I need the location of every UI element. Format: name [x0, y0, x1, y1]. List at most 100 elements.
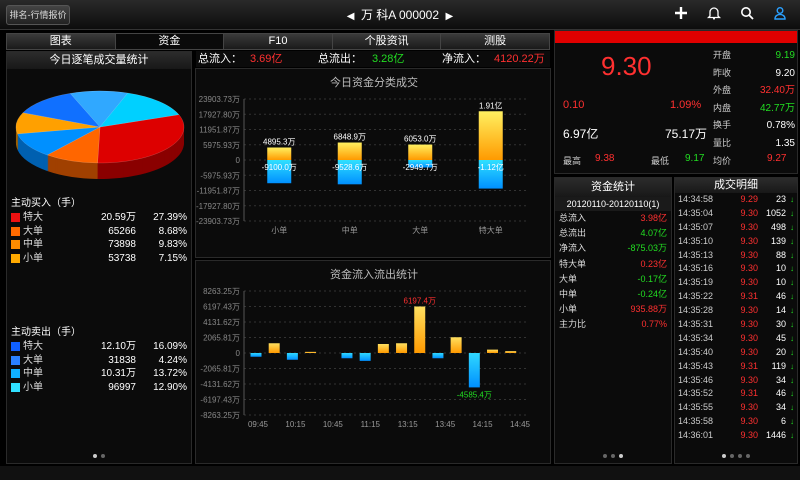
high-value: 9.38	[595, 153, 615, 164]
trade-price: 9.29	[740, 194, 758, 204]
trade-price: 9.30	[740, 207, 758, 218]
fund-stat-value: 3.98亿	[640, 213, 667, 223]
y-tick-label: -2065.81万	[200, 365, 240, 374]
trade-qty: 139	[770, 235, 786, 246]
trade-time: 14:35:34	[678, 332, 714, 343]
quote-field-value: 0.78%	[766, 120, 795, 131]
data-label: -4585.4万	[457, 390, 492, 399]
chart-title: 资金流入流出统计	[330, 267, 418, 281]
prev-stock-icon[interactable]: ◀	[344, 8, 358, 26]
quote-field-value: 32.40万	[759, 85, 795, 96]
trade-qty: 1052	[765, 207, 786, 218]
y-tick-label: 17927.80万	[199, 110, 240, 119]
trade-price: 9.30	[740, 235, 758, 246]
fund-flow-chart: 资金流入流出统计 8263.25万 6197.43万 4131.62万 2065.81万…	[195, 260, 551, 464]
user-icon[interactable]	[771, 6, 789, 24]
row-volume: 31838	[108, 354, 136, 366]
price-change-pct: 1.09%	[670, 99, 702, 111]
trade-qty: 20	[775, 346, 786, 357]
trade-price: 9.30	[740, 430, 758, 441]
table-row: 特大 12.10万 16.09%	[7, 340, 191, 354]
x-tick-label: 大单	[412, 225, 428, 235]
trade-qty: 46	[775, 291, 786, 302]
quote-field-label: 换手	[713, 120, 732, 130]
sell-label: 中单	[11, 367, 81, 381]
table-row: 净流入 -875.03万	[555, 241, 671, 256]
y-tick-label: 5975.93万	[203, 141, 240, 150]
color-swatch	[11, 382, 20, 392]
buy-label: 大单	[11, 225, 81, 239]
bar-inflow	[478, 111, 503, 160]
row-pct: 13.72%	[153, 368, 187, 379]
tab-news[interactable]: 个股资讯	[333, 34, 442, 49]
row-pct: 16.09%	[153, 341, 187, 352]
next-stock-icon[interactable]: ▶	[442, 8, 456, 26]
plus-icon[interactable]	[672, 6, 690, 24]
trade-time: 14:35:10	[678, 235, 714, 246]
buy-label: 小单	[11, 252, 81, 266]
table-row: 14:35:46 9.30 34 ↓	[675, 374, 797, 388]
data-label-inflow: 6848.9万	[334, 133, 366, 142]
fund-stat-value: -0.17亿	[637, 273, 667, 284]
trade-qty: 46	[775, 388, 786, 399]
flow-bar	[396, 343, 408, 353]
row-label: 小单	[23, 381, 43, 393]
trade-detail-table[interactable]: 14:34:58 9.29 23 ↓ 14:35:04 9.30 1052 ↓ 14:35:07…	[675, 193, 797, 443]
table-row: 中单 73898 9.83%	[7, 238, 191, 252]
row-label: 中单	[23, 368, 43, 379]
trade-qty: 10	[775, 263, 786, 274]
trade-time: 14:36:01	[678, 430, 714, 441]
down-arrow-icon: ↓	[790, 306, 794, 316]
table-row: 总流出 4.07亿	[555, 226, 671, 241]
x-tick-label: 14:15	[473, 420, 494, 429]
low-label: 最低	[651, 156, 670, 166]
trade-detail-title: 成交明细	[675, 178, 797, 193]
down-arrow-icon: ↓	[790, 208, 794, 218]
tab-chart[interactable]: 图表	[7, 34, 116, 49]
sell-label: 小单	[11, 381, 81, 395]
table-row: 14:35:10 9.30 139 ↓	[675, 235, 797, 249]
down-arrow-icon: ↓	[790, 347, 794, 357]
trade-time: 14:35:13	[678, 249, 714, 260]
data-label-inflow: 1.91亿	[479, 100, 503, 110]
trade-time: 14:35:19	[678, 277, 714, 288]
low-value: 9.17	[685, 153, 705, 164]
buy-label: 中单	[11, 238, 81, 252]
flow-summary: 总流入： 3.69亿 总流出： 3.28亿 净流入： 4120.22万	[196, 51, 550, 67]
flow-bar	[432, 353, 444, 359]
table-row: 中单 10.31万 13.72%	[7, 367, 191, 381]
search-icon[interactable]	[738, 6, 756, 24]
tab-funds[interactable]: 资金	[115, 34, 225, 49]
tab-diagnose[interactable]: 测股	[441, 34, 549, 49]
y-tick-label: -4131.62万	[200, 380, 240, 389]
color-swatch	[11, 342, 20, 352]
trade-price: 9.30	[740, 374, 758, 385]
y-tick-label: -11951.87万	[197, 187, 240, 196]
row-volume: 12.10万	[100, 341, 136, 352]
sell-label: 大单	[11, 354, 81, 368]
fund-stat-value: 4.07亿	[640, 228, 667, 239]
row-volume: 20.59万	[100, 212, 136, 223]
avg-value: 9.27	[767, 153, 787, 164]
page-indicator-detail	[675, 450, 797, 461]
tab-f10[interactable]: F10	[224, 34, 333, 49]
y-tick-label: -17927.80万	[196, 202, 240, 211]
page-indicator	[7, 450, 191, 461]
fund-stat-label: 总流出	[559, 228, 587, 239]
flow-bar	[286, 353, 298, 360]
data-label-outflow: -9100.0万	[262, 163, 297, 172]
data-label-inflow: 6053.0万	[404, 135, 436, 144]
quote-field: 开盘 9.19	[713, 47, 795, 65]
quote-field-label: 量比	[713, 137, 732, 148]
bell-icon[interactable]	[705, 6, 723, 24]
fund-stat-label: 净流入	[559, 243, 587, 254]
trade-time: 14:35:04	[678, 207, 714, 218]
x-tick-label: 13:15	[398, 420, 419, 429]
quote-field-value: 9.19	[775, 50, 795, 61]
trade-qty: 88	[775, 249, 786, 260]
back-button[interactable]: 排名-行情报价	[6, 5, 70, 25]
fund-stats-range: 20120110-20120110(1)	[555, 197, 671, 211]
down-arrow-icon: ↓	[790, 389, 794, 399]
total-in-label: 总流入：	[198, 53, 242, 65]
row-volume: 96997	[108, 381, 136, 393]
